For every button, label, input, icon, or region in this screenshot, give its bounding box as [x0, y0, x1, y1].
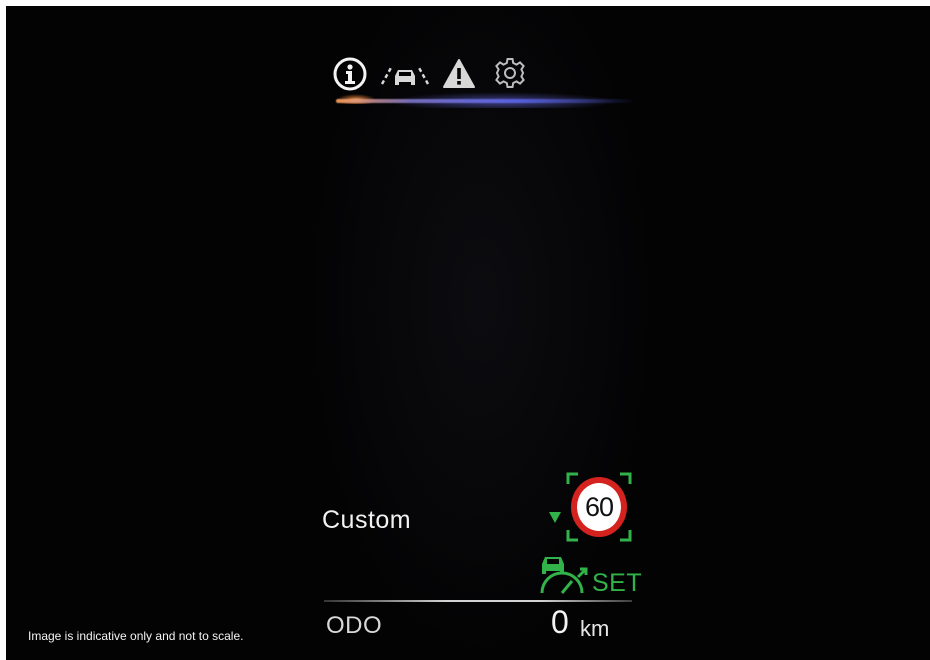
- drive-mode-label: Custom: [322, 506, 412, 534]
- odometer-value: 0: [551, 604, 569, 640]
- speed-limit-sign: 60: [571, 477, 627, 537]
- warning-icon: [443, 59, 475, 88]
- tab-settings[interactable]: [494, 56, 526, 96]
- tab-underline: [336, 99, 636, 103]
- disclaimer-text: Image is indicative only and not to scal…: [28, 629, 244, 643]
- odometer-divider: [324, 600, 632, 602]
- cruise-set-label: SET: [592, 569, 643, 597]
- odometer-unit: km: [580, 616, 610, 641]
- odometer-label: ODO: [326, 612, 383, 639]
- speed-limit-indicator: 60: [544, 472, 644, 544]
- tab-bar: [328, 54, 543, 104]
- instrument-cluster-display: Custom 60 SET ODO 0 km Image is indicati…: [6, 6, 930, 660]
- settings-icon: [495, 58, 525, 88]
- arrow-down-icon: [549, 512, 561, 523]
- tab-info[interactable]: [332, 56, 368, 96]
- cruise-control-icon: [540, 557, 588, 594]
- lane-assist-icon: [380, 65, 430, 85]
- info-icon: [333, 57, 367, 91]
- cruise-control-status: SET: [536, 551, 656, 597]
- speed-limit-value: 60: [584, 491, 614, 522]
